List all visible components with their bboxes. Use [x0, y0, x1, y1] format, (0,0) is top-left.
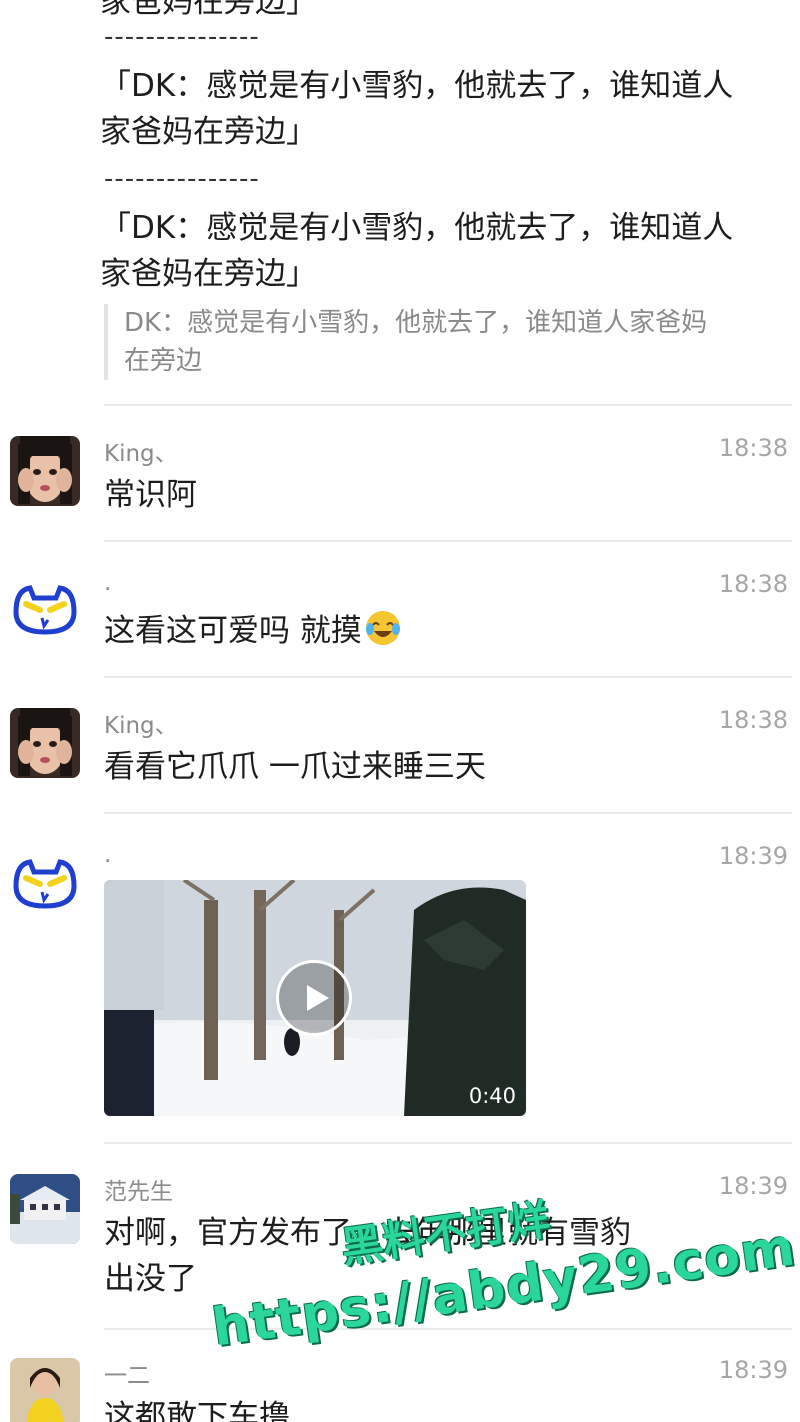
quote-text-line: 家爸妈在旁边」: [100, 256, 317, 292]
quoted-reference[interactable]: DK：感觉是有小雪豹，他就去了，谁知道人家爸妈 在旁边: [104, 304, 794, 380]
message-time: 18:39: [718, 1356, 788, 1384]
message-time: 18:38: [718, 570, 788, 598]
crying-laughing-emoji-icon: [365, 611, 400, 645]
girl-face-avatar[interactable]: [10, 436, 80, 506]
quote-separator: ---------------: [104, 22, 260, 52]
winter-house-avatar[interactable]: [10, 1174, 80, 1244]
quoted-reference-line: DK：感觉是有小雪豹，他就去了，谁知道人家爸妈: [124, 308, 708, 338]
message-text[interactable]: 这都敢下车撸: [104, 1394, 290, 1422]
sender-name[interactable]: King、: [104, 706, 178, 740]
message-divider: [104, 1328, 792, 1330]
message-divider: [104, 812, 792, 814]
message-divider: [104, 540, 792, 542]
message-text[interactable]: 常识阿: [104, 472, 197, 518]
message-time: 18:38: [718, 706, 788, 734]
quote-text-line: 「DK：感觉是有小雪豹，他就去了，谁知道人: [100, 68, 734, 104]
video-duration: 0:40: [468, 1084, 516, 1108]
yellow-dress-avatar[interactable]: [10, 1358, 80, 1422]
message-text[interactable]: 这看这可爱吗 就摸: [104, 608, 402, 654]
sender-name[interactable]: .: [104, 842, 111, 868]
message-text-content: 这看这可爱吗 就摸: [104, 613, 362, 649]
sender-name[interactable]: 一二: [104, 1356, 150, 1390]
play-icon[interactable]: [276, 960, 352, 1036]
video-message[interactable]: 0:40: [104, 880, 526, 1116]
sender-name[interactable]: .: [104, 570, 111, 596]
message-time: 18:39: [718, 1172, 788, 1200]
blue-cat-avatar[interactable]: [10, 574, 80, 644]
message-time: 18:38: [718, 434, 788, 462]
quote-partial-line: 家爸妈在旁边」: [100, 0, 317, 20]
girl-face-avatar[interactable]: [10, 708, 80, 778]
message-divider: [104, 676, 792, 678]
quote-text-line: 家爸妈在旁边」: [100, 114, 317, 150]
quote-text-line: 「DK：感觉是有小雪豹，他就去了，谁知道人: [100, 210, 734, 246]
message-text[interactable]: 看看它爪爪 一爪过来睡三天: [104, 744, 486, 790]
blue-cat-avatar[interactable]: [10, 848, 80, 918]
quoted-reference-line: 在旁边: [124, 346, 203, 376]
message-divider: [104, 404, 792, 406]
quote-separator: ---------------: [104, 164, 260, 194]
message-text[interactable]: 出没了: [104, 1256, 197, 1302]
message-text[interactable]: 对啊，官方发布了，去年那里就有雪豹: [104, 1210, 631, 1256]
sender-name[interactable]: King、: [104, 434, 178, 468]
sender-name[interactable]: 范先生: [104, 1172, 173, 1206]
message-divider: [104, 1142, 792, 1144]
message-time: 18:39: [718, 842, 788, 870]
